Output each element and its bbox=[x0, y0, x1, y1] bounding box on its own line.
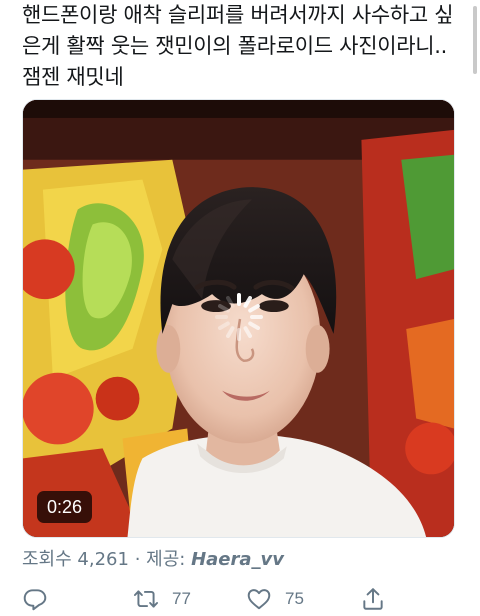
views-label: 조회수 bbox=[22, 549, 72, 570]
reply-icon bbox=[23, 589, 47, 611]
loading-spinner-icon bbox=[215, 293, 263, 341]
like-icon bbox=[247, 589, 271, 610]
views-count: 4,261 bbox=[77, 549, 129, 570]
credit-user-link[interactable]: Haera_vv bbox=[191, 549, 284, 570]
like-count: 75 bbox=[285, 589, 304, 608]
share-icon bbox=[363, 588, 383, 610]
tweet-text: 핸드폰이랑 애착 슬리퍼를 버려서까지 사수하고 싶은게 활짝 웃는 잿민이의 … bbox=[22, 3, 454, 89]
credit-label: 제공: bbox=[146, 549, 186, 570]
retweet-count: 77 bbox=[172, 589, 191, 608]
view-count-line: 조회수 4,261 · 제공: Haera_vv bbox=[22, 547, 284, 573]
video-duration-badge: 0:26 bbox=[37, 491, 93, 523]
video-player[interactable]: 0:26 bbox=[22, 99, 455, 538]
retweet-icon bbox=[133, 590, 159, 608]
retweet-button[interactable]: 77 bbox=[133, 582, 191, 616]
meta-separator: · bbox=[134, 549, 141, 570]
tweet-actions: 77 75 bbox=[0, 582, 480, 616]
like-button[interactable]: 75 bbox=[246, 582, 304, 616]
reply-button[interactable] bbox=[22, 582, 48, 616]
scroll-indicator[interactable] bbox=[473, 6, 477, 74]
share-button[interactable] bbox=[360, 582, 386, 616]
